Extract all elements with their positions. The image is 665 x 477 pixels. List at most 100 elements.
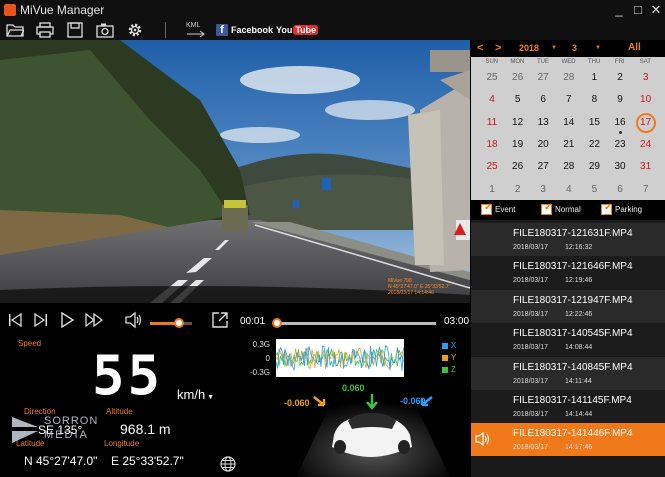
calendar-day[interactable]: 11 xyxy=(481,117,503,131)
filter-event[interactable]: ✓ Event xyxy=(481,202,515,215)
calendar-day[interactable]: 13 xyxy=(532,117,554,131)
filter-parking[interactable]: ✓ Parking xyxy=(601,202,642,215)
legend-x-swatch xyxy=(442,342,448,349)
youtube-share-button[interactable]: You Tube xyxy=(276,23,319,37)
popout-icon[interactable] xyxy=(211,311,229,329)
weekday-label: THU xyxy=(588,59,601,65)
calendar-day[interactable]: 26 xyxy=(507,72,529,86)
calendar-day[interactable]: 18 xyxy=(481,139,503,153)
calendar-day[interactable]: 28 xyxy=(558,161,580,175)
calendar-day[interactable]: 27 xyxy=(532,72,554,86)
file-row[interactable]: FILE180317-121947F.MP4 2018/03/17 12:22:46 xyxy=(471,289,665,323)
volume-slider[interactable] xyxy=(150,318,192,328)
file-date: 2018/03/17 xyxy=(513,344,549,352)
file-time: 14:11:44 xyxy=(565,377,592,385)
calendar-day[interactable]: 22 xyxy=(583,139,605,153)
file-row[interactable]: FILE180317-121646F.MP4 2018/03/17 12:19:46 xyxy=(471,256,665,290)
facebook-share-button[interactable]: f Facebook xyxy=(216,23,273,37)
calendar-day[interactable]: 1 xyxy=(583,72,605,86)
file-row[interactable]: FILE180317-140545F.MP4 2018/03/17 14:08:44 xyxy=(471,323,665,357)
folder-open-icon[interactable] xyxy=(6,22,26,38)
calendar-day[interactable]: 3 xyxy=(532,184,554,198)
calendar-day[interactable]: 6 xyxy=(609,184,631,198)
checkmark-icon: ✓ xyxy=(544,202,553,213)
calendar-day[interactable]: 7 xyxy=(558,94,580,108)
minimize-button[interactable]: _ xyxy=(611,2,627,18)
print-icon[interactable] xyxy=(36,22,54,38)
save-icon[interactable] xyxy=(66,22,84,38)
file-filters: ✓ Event ✓ Normal ✓ Parking xyxy=(471,200,665,220)
file-row[interactable]: FILE180317-140845F.MP4 2018/03/17 14:11:44 xyxy=(471,356,665,390)
file-name: FILE180317-121947F.MP4 xyxy=(513,294,633,306)
calendar-day[interactable]: 21 xyxy=(558,139,580,153)
legend-z-label: Z xyxy=(451,365,456,374)
calendar-day[interactable]: 1 xyxy=(481,184,503,198)
calendar-day[interactable]: 16 xyxy=(609,117,631,131)
calendar-day[interactable]: 23 xyxy=(609,139,631,153)
file-row[interactable]: FILE180317-141145F.MP4 2018/03/17 14:14:44 xyxy=(471,390,665,423)
calendar-day[interactable]: 10 xyxy=(635,94,657,108)
window-title: MiVue Manager xyxy=(20,3,105,17)
video-player[interactable]: MiVue 798 N 45°27'47.0" E 25°33'52.7" 20… xyxy=(0,40,470,303)
fast-forward-icon[interactable] xyxy=(85,311,104,329)
calendar-day[interactable]: 8 xyxy=(583,94,605,108)
file-row[interactable]: FILE180317-121631F.MP4 2018/03/17 12:16:32 xyxy=(471,223,665,256)
frame-step-icon[interactable] xyxy=(32,311,50,329)
volume-handle[interactable] xyxy=(174,318,185,328)
filter-normal[interactable]: ✓ Normal xyxy=(541,202,581,215)
seek-handle[interactable] xyxy=(271,318,282,328)
file-row[interactable]: FILE180317-141446F.MP4 2018/03/17 14:17:46 xyxy=(471,423,665,457)
calendar-day[interactable]: 5 xyxy=(583,184,605,198)
calendar-day[interactable]: 31 xyxy=(635,161,657,175)
now-playing-speaker-icon xyxy=(475,432,491,447)
kml-export-icon[interactable]: KML xyxy=(186,22,206,38)
g-axis-max: 0.3G xyxy=(252,340,270,349)
weekday-label: TUE xyxy=(536,59,549,65)
filter-checkbox[interactable]: ✓ xyxy=(541,202,553,215)
seek-bar[interactable] xyxy=(271,318,436,328)
longitude-value: E 25°33'52.7" xyxy=(111,454,184,468)
play-icon[interactable] xyxy=(58,311,76,329)
calendar-day[interactable]: 24 xyxy=(635,139,657,153)
filter-label: Normal xyxy=(555,205,581,214)
prev-month-button[interactable]: < xyxy=(477,42,483,54)
calendar-day[interactable]: 25 xyxy=(481,161,503,175)
close-button[interactable]: ✕ xyxy=(648,2,664,18)
calendar-day[interactable]: 20 xyxy=(532,139,554,153)
filter-checkbox[interactable]: ✓ xyxy=(481,202,492,215)
calendar-day[interactable]: 4 xyxy=(481,94,503,108)
calendar-day[interactable]: 12 xyxy=(507,117,529,131)
camera-icon[interactable] xyxy=(96,22,114,38)
calendar-day[interactable]: 28 xyxy=(558,72,580,86)
volume-icon[interactable] xyxy=(124,311,142,329)
calendar-day[interactable]: 14 xyxy=(558,117,580,131)
calendar-day[interactable]: 25 xyxy=(481,72,503,86)
next-month-button[interactable]: > xyxy=(495,42,501,54)
month-select[interactable]: 3 xyxy=(572,43,577,53)
calendar-day[interactable]: 3 xyxy=(635,72,657,86)
speed-unit-select[interactable]: km/h ▼ xyxy=(177,387,214,402)
calendar-day[interactable]: 7 xyxy=(635,184,657,198)
watermark-text-top: SORRON xyxy=(44,415,99,427)
calendar-day[interactable]: 27 xyxy=(532,161,554,175)
maximize-button[interactable]: □ xyxy=(630,2,646,18)
calendar-day[interactable]: 26 xyxy=(507,161,529,175)
gear-icon[interactable] xyxy=(126,22,144,38)
calendar-day[interactable]: 6 xyxy=(532,94,554,108)
calendar-day[interactable]: 30 xyxy=(609,161,631,175)
calendar-day[interactable]: 9 xyxy=(609,94,631,108)
legend-x: X xyxy=(442,341,456,350)
all-button[interactable]: All xyxy=(628,42,641,53)
calendar-day[interactable]: 19 xyxy=(507,139,529,153)
g-axis-zero: 0 xyxy=(265,354,270,363)
calendar-day[interactable]: 2 xyxy=(507,184,529,198)
globe-icon[interactable] xyxy=(220,456,236,472)
calendar-day[interactable]: 29 xyxy=(583,161,605,175)
calendar-day[interactable]: 2 xyxy=(609,72,631,86)
skip-back-icon[interactable] xyxy=(6,311,24,329)
calendar-day[interactable]: 15 xyxy=(583,117,605,131)
year-select[interactable]: 2018 xyxy=(519,43,539,53)
calendar-day[interactable]: 4 xyxy=(558,184,580,198)
calendar-day[interactable]: 5 xyxy=(507,94,529,108)
filter-checkbox[interactable]: ✓ xyxy=(601,202,612,215)
